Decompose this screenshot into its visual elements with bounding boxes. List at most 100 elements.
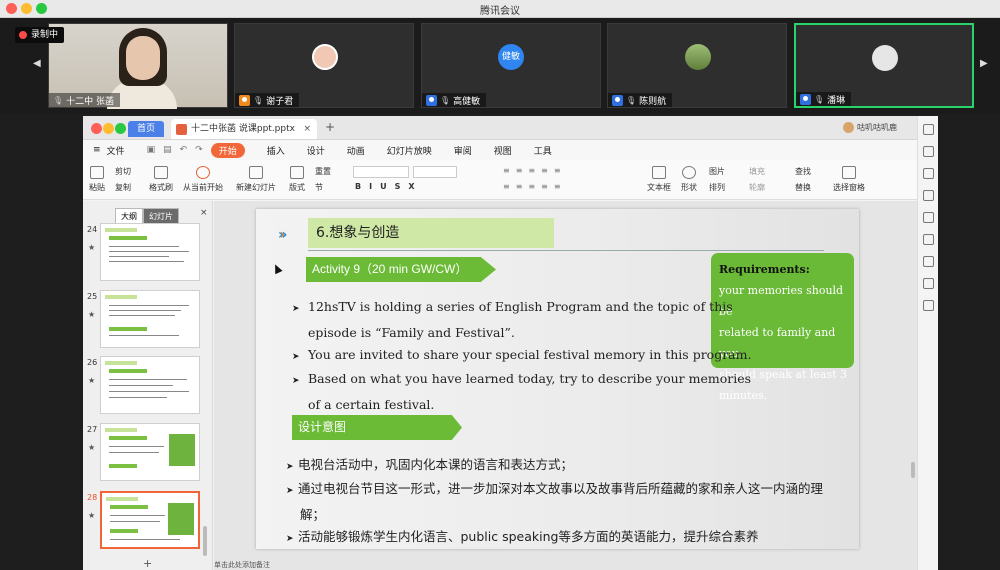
selection-pane-icon [842,166,856,179]
font-family-select[interactable] [353,166,409,178]
design-point-1: ➤ 电视台活动中，巩固内化本课的语言和表达方式； [286,453,573,479]
pane-scrollbar[interactable] [203,526,207,556]
paste-button[interactable]: 粘贴 [89,166,105,193]
selection-pane-button[interactable]: 选择窗格 [833,166,865,193]
paragraph-group[interactable]: ≡≡≡≡≡ [503,166,567,175]
find-button[interactable]: 查找 [795,166,811,177]
slide-thumbnail[interactable]: 24 ★ [83,223,213,285]
slide-canvas: ››› 6.想象与创造 Activity 9（20 min GW/CW） Req… [214,201,917,570]
close-tab-icon[interactable]: × [303,119,311,139]
participant-tile-2[interactable]: 🎙 谢子君 [234,23,414,108]
prev-tiles-icon[interactable]: ◀ [33,58,41,69]
menu-tools[interactable]: 工具 [534,144,552,157]
copy-style-icon[interactable] [922,146,934,157]
image-icon[interactable] [922,300,934,311]
slide-thumbnail-selected[interactable]: 28 ★ [83,491,213,553]
menu-slideshow[interactable]: 幻灯片放映 [387,144,432,157]
participant-tile-1[interactable]: 🎙 十二中 张菡 [48,23,228,109]
text-format-group[interactable]: BIUSX [355,182,423,191]
outline-button[interactable]: 轮廓 [749,182,765,193]
paste-icon [90,166,104,179]
play-from-current-button[interactable]: 从当前开始 [183,166,223,193]
new-slide-button[interactable]: 新建幻灯片 [236,166,276,193]
layout-button[interactable]: 版式 [289,166,305,193]
property-icon[interactable] [922,124,934,135]
participant-name: 谢子君 [266,96,294,107]
arrange-button[interactable]: 排列 [709,182,725,193]
animation-icon[interactable] [922,234,934,245]
template-icon[interactable] [922,212,934,223]
user-icon [239,94,250,106]
slide-28[interactable]: ››› 6.想象与创造 Activity 9（20 min GW/CW） Req… [256,209,859,549]
avatar: 健敏 [498,44,524,70]
menu-review[interactable]: 审阅 [454,144,472,157]
next-tiles-icon[interactable]: ▶ [980,58,988,69]
window-titlebar: 腾讯会议 [0,0,1000,18]
history-icon[interactable] [922,278,934,289]
participant-tile-3[interactable]: 健敏 🎙 高健敏 [421,23,601,108]
sync-icon[interactable] [922,190,934,201]
mic-off-icon: 🎙 [626,95,637,105]
slide-thumbnail[interactable]: 26 ★ [83,356,213,418]
notes-placeholder[interactable]: 单击此处添加备注 [214,560,270,570]
reset-button[interactable]: 重置 [315,166,331,177]
wps-presentation-window: 首页 十二中张菡 说课ppt.pptx × + 咕叽咕叽鹿 ≡ 文件 ▣ ▤ ↶… [83,116,917,570]
user-account[interactable]: 咕叽咕叽鹿 [843,122,897,133]
recording-indicator: 录制中 [15,27,65,43]
add-slide-icon[interactable]: + [143,557,152,570]
arrow-icon: ➤ [286,534,294,544]
shape-button[interactable]: 形状 [681,166,697,193]
undo-icon[interactable]: ↶ [180,145,188,155]
replace-button[interactable]: 替换 [795,182,811,193]
fill-button[interactable]: 填充 [749,166,765,177]
canvas-scrollbar[interactable] [911,462,915,478]
star-icon: ★ [88,376,96,385]
menu-start[interactable]: 开始 [210,142,245,158]
shape-icon[interactable] [922,168,934,179]
design-point-3: ➤ 活动能够锻炼学生内化语言、public speaking等多方面的英语能力，提… [286,525,758,549]
app-zoom-button[interactable] [115,123,126,134]
menu-design[interactable]: 设计 [307,144,325,157]
menu-file[interactable]: 文件 [107,144,125,157]
close-pane-icon[interactable]: × [200,208,208,218]
slide-thumbnail[interactable]: 25 ★ [83,290,213,352]
user-icon [426,94,437,106]
cut-button[interactable]: 剪切 [115,166,131,177]
new-slide-icon [249,166,263,179]
shape-icon [682,166,696,179]
avatar [872,45,898,71]
arrow-icon: ➤ [286,462,294,472]
save-icon[interactable]: ▣ [147,145,156,155]
menu-view[interactable]: 视图 [494,144,512,157]
align-group[interactable]: ≡≡≡≡≡ [503,182,567,191]
document-tab[interactable]: 十二中张菡 说课ppt.pptx × [171,119,317,139]
print-icon[interactable]: ▤ [163,145,172,155]
menu-animation[interactable]: 动画 [347,144,365,157]
participant-tile-4[interactable]: 🎙 陈则航 [607,23,787,108]
copy-button[interactable]: 复制 [115,182,131,193]
bullet-1: ➤ 12hsTV is holding a series of English P… [292,299,733,340]
new-tab-icon[interactable]: + [325,120,335,134]
slide-thumbnail[interactable]: 27 ★ [83,423,213,485]
menu-insert[interactable]: 插入 [267,144,285,157]
screen-share-margin-right [938,116,1000,570]
participant-name: 高健敏 [453,96,481,107]
font-size-select[interactable] [413,166,457,178]
textbox-button[interactable]: 文本框 [647,166,671,193]
mic-icon: 🎙 [53,95,64,105]
avatar [685,44,711,70]
section-button[interactable]: 节 [315,182,323,193]
settings-icon[interactable] [922,256,934,267]
participant-tile-5[interactable]: 🎙 潘琳 [794,23,974,108]
slide-title: 6.想象与创造 [308,218,554,248]
chevrons-icon: ››› [278,227,287,243]
redo-icon[interactable]: ↷ [195,145,203,155]
avatar [312,44,338,70]
mic-icon: 🎙 [814,94,825,104]
home-tab[interactable]: 首页 [128,121,164,137]
app-close-button[interactable] [91,123,102,134]
hamburger-icon[interactable]: ≡ [93,145,101,155]
format-painter-button[interactable]: 格式刷 [149,166,173,193]
picture-button[interactable]: 图片 [709,166,725,177]
app-minimize-button[interactable] [103,123,114,134]
